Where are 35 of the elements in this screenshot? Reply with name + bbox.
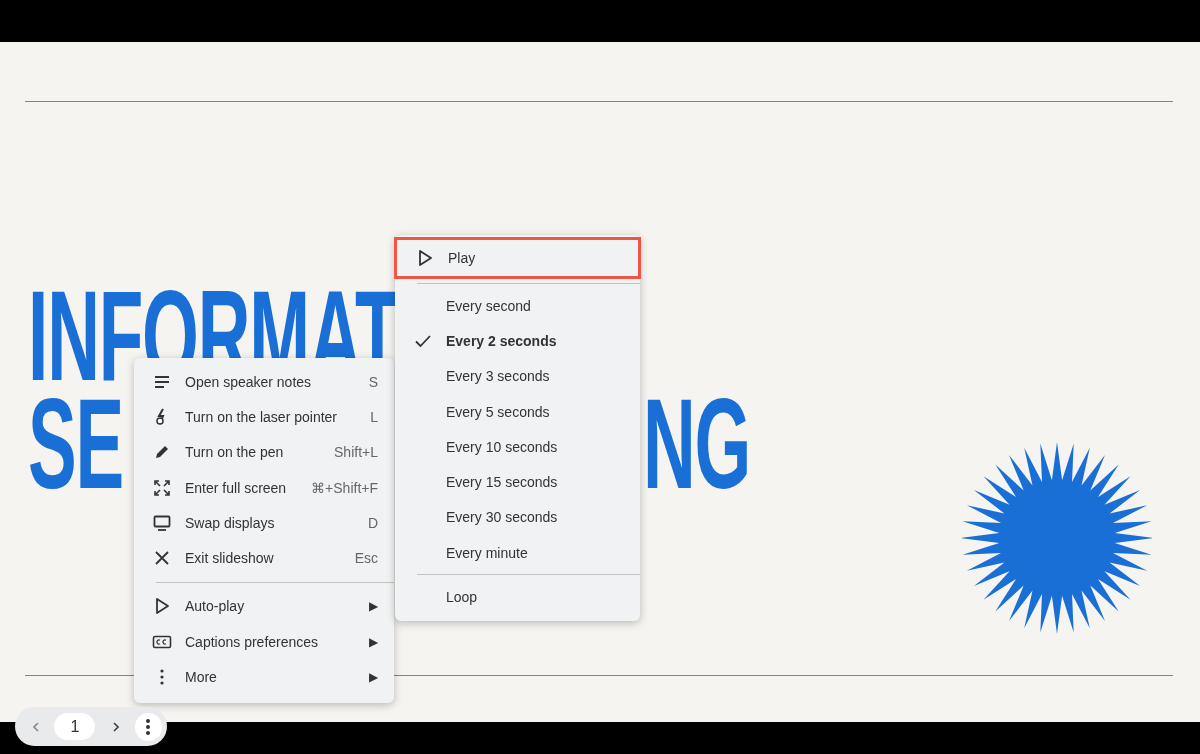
menu-item[interactable]: Exit slideshow Esc — [134, 540, 394, 576]
menu-option[interactable]: Every 3 seconds — [395, 358, 640, 394]
menu-option[interactable]: Every 10 seconds — [395, 429, 640, 465]
menu-option[interactable]: Loop — [395, 579, 640, 615]
fullscreen-icon — [152, 477, 172, 498]
submenu-arrow-icon: ▶ — [369, 634, 378, 649]
menu-item[interactable]: Auto-play ▶ — [134, 588, 394, 625]
menu-option[interactable]: Every 5 seconds — [395, 393, 640, 430]
chevron-right-icon — [113, 721, 119, 732]
slide-title: SE — [28, 398, 124, 490]
chevron-left-icon — [32, 721, 39, 732]
menu-item[interactable]: More ▶ — [134, 659, 394, 695]
menu-option[interactable]: Every 30 seconds — [395, 499, 640, 536]
menu-item[interactable]: Enter full screen ⌘+Shift+F — [134, 469, 394, 506]
slide-title: NG — [643, 398, 751, 490]
shortcut-text: L — [370, 408, 378, 425]
shortcut-text: ⌘+Shift+F — [311, 479, 378, 496]
more-options-button[interactable] — [134, 712, 162, 741]
menu-option[interactable]: Every second — [395, 288, 640, 324]
page-number[interactable]: 1 — [54, 713, 96, 740]
menu-option[interactable]: Every minute — [395, 535, 640, 571]
menu-option[interactable]: Every 2 seconds — [395, 323, 640, 359]
menu-item[interactable]: Turn on the pen Shift+L — [134, 434, 394, 470]
shortcut-text: Shift+L — [334, 444, 378, 461]
submenu-arrow-icon: ▶ — [369, 599, 378, 614]
submenu-arrow-icon: ▶ — [369, 670, 378, 684]
menu-option[interactable]: Every 15 seconds — [395, 464, 640, 500]
menu-item[interactable]: Turn on the laser pointer L — [134, 399, 394, 435]
menu-item[interactable]: Swap displays D — [134, 505, 394, 541]
more-icon — [160, 669, 164, 685]
shortcut-text: Esc — [354, 550, 378, 567]
more-icon — [145, 717, 152, 736]
shortcut-text: D — [367, 514, 378, 531]
menu-item[interactable]: Captions preferences ▶ — [134, 624, 394, 660]
play-menu-item[interactable]: Play — [394, 237, 641, 279]
